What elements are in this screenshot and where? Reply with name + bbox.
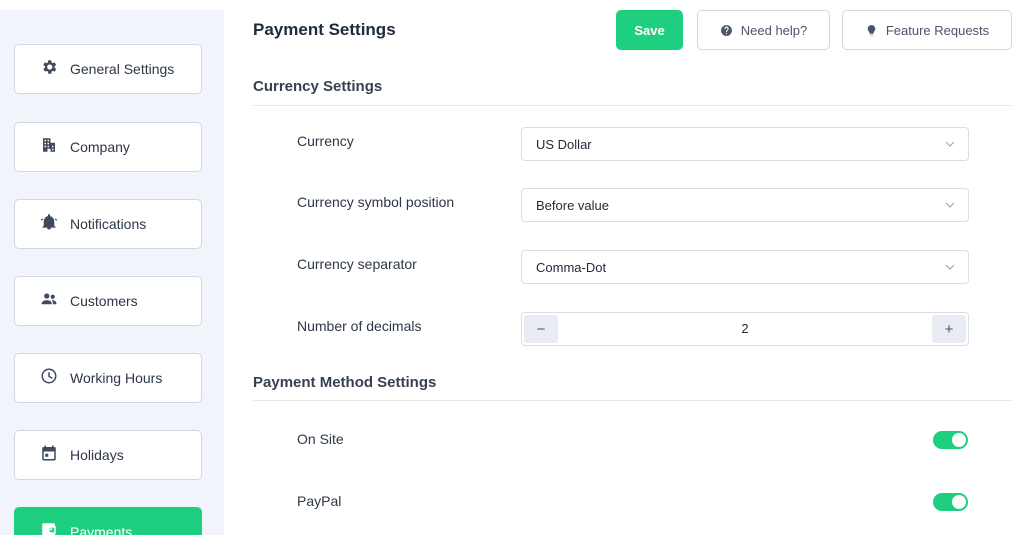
sidebar-item-label: Company — [70, 139, 130, 155]
sidebar-item-label: Working Hours — [70, 370, 163, 386]
chevron-down-icon — [944, 138, 956, 150]
toggle-knob — [952, 433, 966, 447]
sidebar-item-label: General Settings — [70, 61, 175, 77]
question-circle-icon — [720, 24, 741, 37]
decrement-button[interactable]: − — [524, 315, 558, 343]
gear-icon — [40, 58, 58, 81]
sidebar-item-holidays[interactable]: Holidays — [14, 430, 202, 480]
currency-separator-label: Currency separator — [297, 256, 417, 272]
on-site-toggle[interactable] — [933, 431, 968, 449]
sidebar-item-notifications[interactable]: Notifications — [14, 199, 202, 249]
decimals-stepper: − 2 + — [521, 312, 969, 346]
section-divider — [253, 105, 1012, 106]
toggle-knob — [952, 495, 966, 509]
currency-separator-value: Comma-Dot — [536, 259, 607, 275]
sidebar-item-general-settings[interactable]: General Settings — [14, 44, 202, 94]
wallet-icon — [40, 521, 58, 535]
number-of-decimals-label: Number of decimals — [297, 318, 422, 334]
sidebar: General Settings Company Notifications C… — [0, 10, 224, 535]
calendar-icon — [40, 444, 58, 467]
sidebar-item-customers[interactable]: Customers — [14, 276, 202, 326]
building-icon — [40, 136, 58, 159]
sidebar-item-payments[interactable]: Payments — [14, 507, 202, 535]
currency-value: US Dollar — [536, 136, 592, 152]
need-help-label: Need help? — [740, 22, 808, 38]
need-help-button[interactable]: Need help? — [697, 10, 830, 50]
page-title: Payment Settings — [253, 20, 396, 39]
on-site-label: On Site — [297, 431, 344, 447]
sidebar-item-label: Notifications — [70, 216, 147, 232]
feature-requests-button[interactable]: Feature Requests — [842, 10, 1012, 50]
chevron-down-icon — [944, 261, 956, 273]
users-icon — [40, 290, 58, 313]
payment-method-settings-heading: Payment Method Settings — [253, 374, 437, 391]
decimals-input[interactable]: 2 — [562, 313, 928, 345]
currency-settings-heading: Currency Settings — [253, 78, 383, 95]
currency-symbol-position-select[interactable]: Before value — [521, 188, 969, 222]
currency-symbol-position-label: Currency symbol position — [297, 194, 455, 210]
currency-select[interactable]: US Dollar — [521, 127, 969, 161]
currency-separator-select[interactable]: Comma-Dot — [521, 250, 969, 284]
sidebar-item-company[interactable]: Company — [14, 122, 202, 172]
feature-requests-label: Feature Requests — [885, 22, 990, 38]
sidebar-item-label: Customers — [70, 293, 138, 309]
sidebar-item-label: Payments — [70, 524, 133, 535]
currency-symbol-position-value: Before value — [536, 197, 609, 213]
save-button[interactable]: Save — [616, 10, 683, 50]
currency-label: Currency — [297, 133, 354, 149]
section-divider — [253, 400, 1012, 401]
clock-icon — [40, 367, 58, 390]
paypal-label: PayPal — [297, 493, 342, 509]
paypal-toggle[interactable] — [933, 493, 968, 511]
increment-button[interactable]: + — [932, 315, 966, 343]
lightbulb-icon — [865, 24, 886, 37]
chevron-down-icon — [944, 199, 956, 211]
sidebar-item-working-hours[interactable]: Working Hours — [14, 353, 202, 403]
sidebar-item-label: Holidays — [70, 447, 124, 463]
bell-icon — [40, 213, 58, 236]
